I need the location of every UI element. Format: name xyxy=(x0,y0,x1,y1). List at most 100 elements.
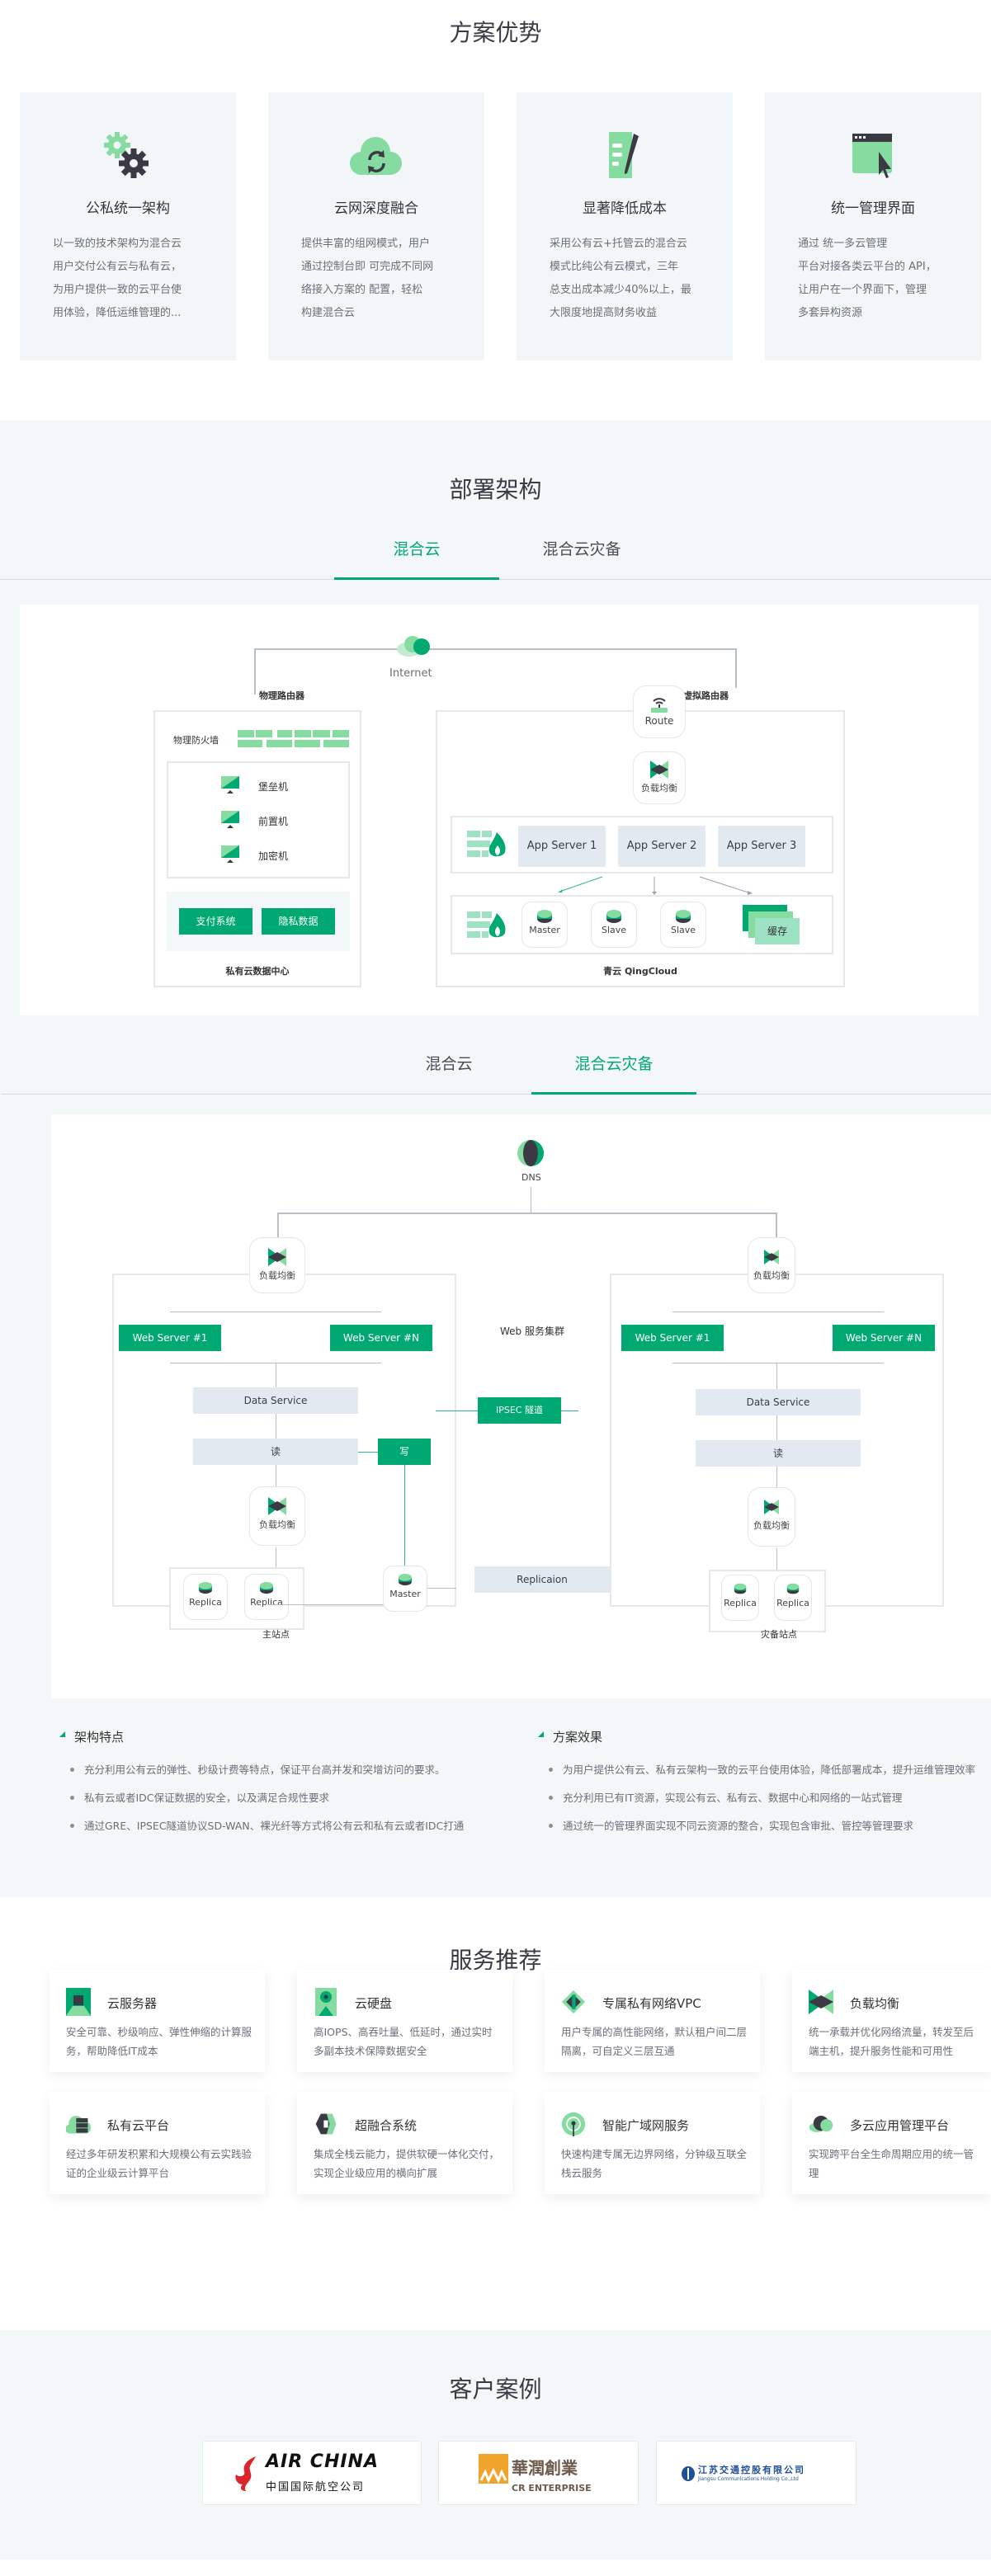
data-service-box[interactable]: Data Service xyxy=(193,1387,358,1414)
gears-icon xyxy=(104,132,149,178)
tab-hybrid-cloud[interactable]: 混合云 xyxy=(366,1043,531,1095)
tab-hybrid-cloud-dr[interactable]: 混合云灾备 xyxy=(531,1043,696,1095)
effect-item: 充分利用已有IT资源，实现公有云、私有云、数据中心和网络的一站式管理 xyxy=(538,1788,991,1807)
tab-hybrid-cloud[interactable]: 混合云 xyxy=(334,529,499,580)
service-card[interactable]: 超融合系统 集成全栈云能力，提供软硬一体化交付，实现企业级应用的横向扩展 xyxy=(297,2092,512,2194)
machines-box: 堡垒机 前置机 加密机 xyxy=(167,761,350,878)
service-card[interactable]: 负载均衡 统一承载并优化网络流量，转发至后端主机，提升服务性能和可用性 xyxy=(792,1970,991,2072)
dr-replica-node[interactable]: Replica xyxy=(721,1575,759,1621)
service-title: 私有云平台 xyxy=(107,2118,170,2133)
router-icon xyxy=(651,698,668,713)
dr-data-service-box[interactable]: Data Service xyxy=(696,1389,861,1415)
qingcloud-label: 青云 QingCloud xyxy=(603,966,677,977)
deployment-title: 部署架构 xyxy=(449,476,542,503)
tab-hybrid-cloud-dr[interactable]: 混合云灾备 xyxy=(499,529,664,580)
service-desc: 统一承载并优化网络流量，转发至后端主机，提升服务性能和可用性 xyxy=(809,2026,974,2057)
lb-label: 负载均衡 xyxy=(259,1519,295,1530)
advantage-card: 公私统一架构 以一致的技术架构为混合云 用户交付公有云与私有云， 为用户提供一致的云… xyxy=(20,92,236,360)
load-balancer-icon xyxy=(764,1500,779,1514)
database-icon xyxy=(199,1581,212,1594)
service-title: 超融合系统 xyxy=(355,2118,418,2133)
service-desc: 用户专属的高性能网络，默认租户间二层隔离，可自定义三层互通 xyxy=(561,2026,748,2057)
database-icon xyxy=(676,910,691,923)
services-section: 服务推荐 云服务器 安全可靠、秒级响应、弹性伸缩的计算服务，帮助降低IT成本 云… xyxy=(0,1897,991,2330)
architecture-features: 架构特点 充分利用公有云的弹性、秒级计费等特点，保证平台高并发和突增访问的要求。… xyxy=(59,1728,464,1844)
window-cursor-icon xyxy=(852,134,892,178)
dr-site-label: 灾备站点 xyxy=(761,1629,797,1640)
physical-router-label: 物理路由器 xyxy=(259,690,304,701)
replication-box[interactable]: Replicaion xyxy=(474,1566,610,1593)
advantages-title: 方案优势 xyxy=(449,19,542,46)
replica-label: Replica xyxy=(189,1597,222,1608)
customers-section: 客户案例 AIR CHINA 中国国际航空公司 華潤創業 CR ENTERPRI… xyxy=(0,2330,991,2560)
solution-effects: 方案效果 为用户提供公有云、私有云架构一致的云平台使用体验，降低部署成本，提升运… xyxy=(538,1728,991,1844)
hybrid-cloud-dr-diagram: DNS Web 服务集群 Web Server #1 Web Server #N… xyxy=(51,1114,991,1698)
service-card[interactable]: 智能广域网服务 快速构建专属无边界网络，分钟级互联全栈云服务 xyxy=(545,2092,760,2194)
db-master-node[interactable]: Master xyxy=(521,902,568,948)
dr-web-server-1-button[interactable]: Web Server #1 xyxy=(621,1325,724,1351)
dr-read-lb-node[interactable]: 负载均衡 xyxy=(748,1487,795,1547)
web-server-1-button[interactable]: Web Server #1 xyxy=(119,1325,221,1351)
advantage-card: 显著降低成本 采用公有云+托管云的混合云 模式比纯公有云模式，三年 总支出成本减少4… xyxy=(517,92,733,360)
load-balancer-icon xyxy=(764,1250,779,1264)
multi-cloud-icon xyxy=(809,2116,833,2132)
advantage-desc: 通过 统一多云管理 平台对接各类云平台的 API， 让用户在一个界面下，管理 多套异构… xyxy=(798,238,937,319)
service-desc: 实现跨平台全生命周期应用的统一管理 xyxy=(809,2148,974,2179)
connector-line xyxy=(561,1410,578,1411)
jiangsu-comm-name: 江苏交通控股有限公司 xyxy=(698,2465,805,2475)
dns-label: DNS xyxy=(521,1172,541,1183)
dr-site-box: Web Server #1 Web Server #N Data Service… xyxy=(610,1274,944,1632)
dns-icon xyxy=(517,1140,544,1166)
dr-read-box[interactable]: 读 xyxy=(696,1440,861,1467)
dr-web-server-n-button[interactable]: Web Server #N xyxy=(833,1325,935,1351)
database-icon xyxy=(537,910,552,923)
connector-line xyxy=(254,648,256,695)
app-server-1[interactable]: App Server 1 xyxy=(518,826,606,867)
connector-line xyxy=(436,1410,478,1411)
air-china-phoenix-icon xyxy=(235,2456,256,2491)
main-lb-node[interactable]: 负载均衡 xyxy=(249,1237,305,1293)
service-card[interactable]: 云硬盘 高IOPS、高吞吐量、低延时，通过实时多副本技术保障数据安全 xyxy=(297,1970,512,2072)
service-card[interactable]: 多云应用管理平台 实现跨平台全生命周期应用的统一管理 xyxy=(792,2092,991,2194)
effect-item: 通过统一的管理界面实现不同云资源的整合，实现包含审批、管控等管理要求 xyxy=(538,1816,991,1835)
replica-label: Replica xyxy=(776,1598,809,1608)
monitor-icon xyxy=(221,811,239,828)
main-replica-node[interactable]: Replica xyxy=(244,1574,289,1620)
main-master-node[interactable]: Master xyxy=(383,1566,427,1612)
cloud-sync-icon xyxy=(349,137,402,176)
write-box[interactable]: 写 xyxy=(378,1439,431,1465)
service-card[interactable]: 专属私有网络VPC 用户专属的高性能网络，默认租户间二层隔离，可自定义三层互通 xyxy=(545,1970,760,2072)
service-card[interactable]: 私有云平台 经过多年研发积累和大规模公有云实践验证的企业级云计算平台 xyxy=(50,2092,265,2194)
database-icon xyxy=(260,1581,273,1594)
route-node[interactable]: Route xyxy=(633,685,686,738)
advantage-desc: 以一致的技术架构为混合云 用户交付公有云与私有云， 为用户提供一致的云平台使 用体验，… xyxy=(53,238,182,319)
ipsec-tunnel-box[interactable]: IPSEC 隧道 xyxy=(478,1397,561,1424)
db-slave-node[interactable]: Slave xyxy=(660,902,706,948)
advantages-section: 方案优势 公私统一架构 以一致的技术架构为混合云 用户交付公有云与私有云， 为用户提… xyxy=(0,0,991,421)
main-read-lb-node[interactable]: 负载均衡 xyxy=(249,1486,305,1546)
read-box[interactable]: 读 xyxy=(193,1439,358,1465)
payment-system-button[interactable]: 支付系统 xyxy=(179,908,252,935)
dr-replica-node[interactable]: Replica xyxy=(774,1575,812,1621)
internet-cloud-icon xyxy=(397,636,430,657)
app-server-2[interactable]: App Server 2 xyxy=(618,826,705,867)
monitor-icon xyxy=(221,845,239,863)
service-title: 多云应用管理平台 xyxy=(850,2118,950,2133)
web-server-n-button[interactable]: Web Server #N xyxy=(330,1325,432,1351)
db-slave-node[interactable]: Slave xyxy=(591,902,637,948)
dr-lb-node[interactable]: 负载均衡 xyxy=(748,1237,795,1293)
lb-label: 负载均衡 xyxy=(641,783,677,794)
private-data-button[interactable]: 隐私数据 xyxy=(262,908,335,935)
load-balancer-icon xyxy=(650,761,668,779)
customer-logo-jiangsu-comm[interactable]: 江苏交通控股有限公司 Jiangsu Communications Holdin… xyxy=(656,2441,857,2505)
main-replica-node[interactable]: Replica xyxy=(183,1574,228,1620)
connector-line xyxy=(267,1604,383,1605)
load-balancer-node[interactable]: 负载均衡 xyxy=(633,751,686,804)
service-card[interactable]: 云服务器 安全可靠、秒级响应、弹性伸缩的计算服务，帮助降低IT成本 xyxy=(50,1970,265,2072)
advantage-card: 统一管理界面 通过 统一多云管理 平台对接各类云平台的 API， 让用户在一个界面下… xyxy=(765,92,981,360)
customer-logo-cr-enterprise[interactable]: 華潤創業 CR ENTERPRISE xyxy=(438,2441,639,2505)
cache-stack[interactable]: 缓存 xyxy=(743,905,802,946)
app-server-3[interactable]: App Server 3 xyxy=(718,826,805,867)
connector-line xyxy=(776,1415,777,1440)
customer-logo-air-china[interactable]: AIR CHINA 中国国际航空公司 xyxy=(202,2441,422,2505)
